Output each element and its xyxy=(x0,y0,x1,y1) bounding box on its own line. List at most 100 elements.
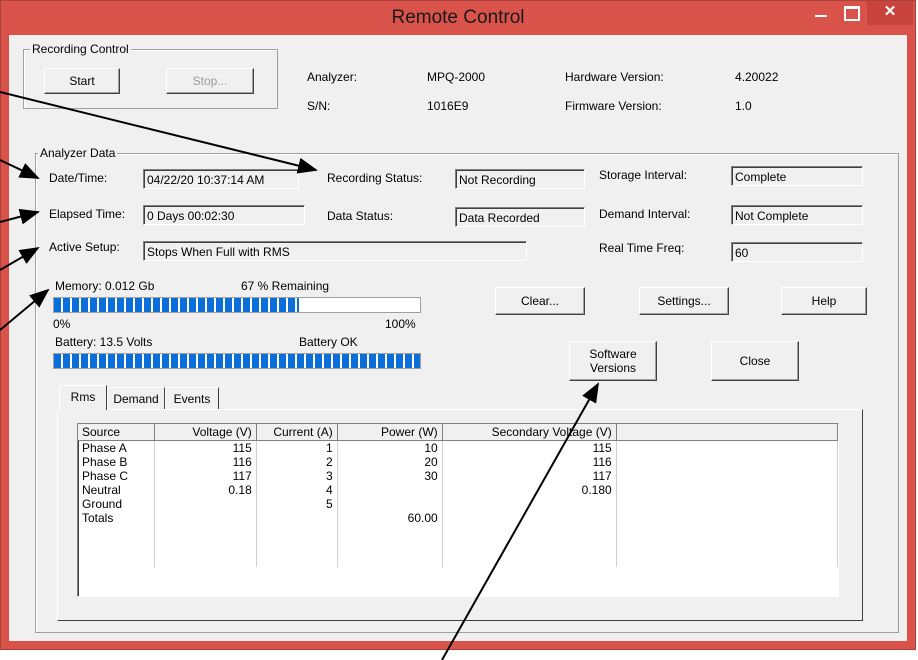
dialog-client-area: Recording Control Start Stop... Analyzer… xyxy=(9,35,907,641)
analyzer-label: Analyzer: xyxy=(307,70,358,84)
table-cell xyxy=(337,525,443,539)
serial-label: S/N: xyxy=(307,99,331,113)
column-header[interactable]: Current (A) xyxy=(256,424,338,441)
battery-progress-fill xyxy=(54,354,420,368)
storage-interval-label: Storage Interval: xyxy=(599,168,688,182)
elapsed-time-field: 0 Days 00:02:30 xyxy=(143,205,305,225)
analyzer-value: MPQ-2000 xyxy=(427,70,486,84)
clear-button[interactable]: Clear... xyxy=(495,287,585,315)
table-cell: 20 xyxy=(337,455,443,469)
table-row[interactable]: Neutral 0.18 4 0.180 xyxy=(78,483,838,497)
table-cell xyxy=(78,553,156,567)
active-setup-label: Active Setup: xyxy=(49,240,120,254)
close-button[interactable]: Close xyxy=(711,341,799,381)
help-button[interactable]: Help xyxy=(781,287,867,315)
table-cell xyxy=(256,539,338,553)
table-body: Phase A 115 1 10 115 Phase B 116 2 20 116 Phase C1… xyxy=(78,440,838,567)
close-icon[interactable]: ✕ xyxy=(867,1,913,25)
table-cell xyxy=(442,511,617,525)
table-cell xyxy=(154,525,257,539)
table-cell: 0.18 xyxy=(154,483,257,497)
start-button[interactable]: Start xyxy=(44,68,120,94)
battery-status-label: Battery OK xyxy=(299,335,358,349)
table-cell: 10 xyxy=(337,440,443,455)
rms-table[interactable]: Source Voltage (V) Current (A) Power (W) Sec… xyxy=(77,423,839,597)
table-cell: 0.180 xyxy=(442,483,617,497)
datetime-field: 04/22/20 10:37:14 AM xyxy=(143,169,299,189)
firmware-version-label: Firmware Version: xyxy=(565,99,662,113)
tab-events[interactable]: Events xyxy=(165,387,219,410)
table-cell xyxy=(337,483,443,497)
table-row[interactable] xyxy=(78,539,838,553)
realtime-freq-field: 60 xyxy=(731,242,863,262)
table-cell xyxy=(337,497,443,511)
software-versions-button[interactable]: Software Versions xyxy=(569,341,657,381)
table-cell xyxy=(442,539,617,553)
table-row[interactable]: Ground 5 xyxy=(78,497,838,511)
table-cell xyxy=(616,483,838,497)
demand-interval-field: Not Complete xyxy=(731,205,863,225)
table-cell: Ground xyxy=(78,497,156,511)
storage-interval-field: Complete xyxy=(731,166,863,186)
table-cell: Phase C xyxy=(78,469,156,483)
table-cell xyxy=(616,497,838,511)
memory-remaining-label: 67 % Remaining xyxy=(241,279,330,293)
table-cell xyxy=(442,525,617,539)
table-cell xyxy=(154,553,257,567)
title-bar[interactable]: Remote Control ✕ xyxy=(1,1,915,35)
table-row[interactable]: Phase B 116 2 20 116 xyxy=(78,455,838,469)
table-row[interactable]: Phase C 117 3 30 117 xyxy=(78,469,838,483)
recording-status-label: Recording Status: xyxy=(327,171,423,185)
memory-max-label: 100% xyxy=(385,317,416,331)
table-cell: 116 xyxy=(154,455,257,469)
serial-value: 1016E9 xyxy=(427,99,469,113)
hardware-version-value: 4.20022 xyxy=(735,70,779,84)
tab-rms[interactable]: Rms xyxy=(59,385,107,410)
table-cell: Totals xyxy=(78,511,156,525)
table-cell: 115 xyxy=(154,440,257,455)
analyzer-data-label: Analyzer Data xyxy=(38,146,118,160)
memory-progress-fill xyxy=(54,298,300,312)
datetime-label: Date/Time: xyxy=(49,171,108,185)
table-row[interactable]: Phase A 115 1 10 115 xyxy=(78,440,838,455)
elapsed-time-label: Elapsed Time: xyxy=(49,207,126,221)
table-cell xyxy=(442,497,617,511)
software-versions-line2: Versions xyxy=(589,361,637,375)
minimize-icon[interactable] xyxy=(807,1,835,25)
table-cell xyxy=(616,511,838,525)
firmware-version-value: 1.0 xyxy=(735,99,752,113)
stop-button[interactable]: Stop... xyxy=(166,68,254,94)
column-header[interactable]: Voltage (V) xyxy=(154,424,257,441)
demand-interval-label: Demand Interval: xyxy=(599,207,691,221)
settings-button[interactable]: Settings... xyxy=(639,287,729,315)
table-cell: Neutral xyxy=(78,483,156,497)
table-row[interactable] xyxy=(78,525,838,539)
table-cell xyxy=(337,553,443,567)
table-cell xyxy=(442,553,617,567)
memory-min-label: 0% xyxy=(53,317,71,331)
table-cell xyxy=(616,455,838,469)
table-cell: Phase B xyxy=(78,455,156,469)
tab-demand[interactable]: Demand xyxy=(107,387,165,410)
table-cell xyxy=(78,539,156,553)
table-cell: 2 xyxy=(256,455,338,469)
column-header[interactable]: Power (W) xyxy=(337,424,443,441)
table-cell xyxy=(256,553,338,567)
table-cell: Phase A xyxy=(78,440,156,455)
table-cell xyxy=(154,497,257,511)
table-cell: 30 xyxy=(337,469,443,483)
column-header[interactable]: Source xyxy=(78,424,156,441)
active-setup-field: Stops When Full with RMS xyxy=(143,241,527,261)
table-row[interactable] xyxy=(78,553,838,567)
table-cell: 117 xyxy=(154,469,257,483)
table-cell xyxy=(154,539,257,553)
recording-control-label: Recording Control xyxy=(30,42,131,56)
table-cell: 60.00 xyxy=(337,511,443,525)
table-cell xyxy=(337,539,443,553)
table-cell xyxy=(616,525,838,539)
table-row[interactable]: Totals 60.00 xyxy=(78,511,838,525)
column-header[interactable]: Secondary Voltage (V) xyxy=(442,424,617,441)
hardware-version-label: Hardware Version: xyxy=(565,70,664,84)
maximize-icon[interactable] xyxy=(837,1,865,25)
realtime-freq-label: Real Time Freq: xyxy=(599,241,685,255)
